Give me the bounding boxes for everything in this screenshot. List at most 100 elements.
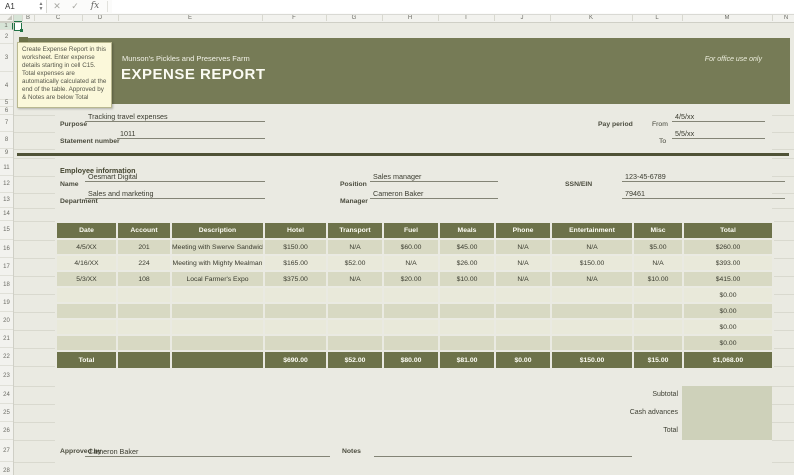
table-cell[interactable]: Meeting with Mighty Mealman — [170, 254, 265, 272]
approved-by-value[interactable]: Cameron Baker — [85, 447, 330, 457]
total-row-cell[interactable]: $80.00 — [382, 350, 440, 370]
column-header-n[interactable]: N — [784, 14, 788, 22]
table-cell[interactable] — [263, 334, 328, 352]
table-cell[interactable]: 5/3/XX — [55, 270, 118, 288]
table-cell[interactable]: N/A — [494, 270, 552, 288]
table-cell[interactable]: N/A — [382, 254, 440, 272]
row-header-18[interactable]: 18 — [0, 276, 13, 294]
total-row-cell[interactable]: $15.00 — [632, 350, 684, 370]
table-header-cell[interactable]: Phone — [494, 221, 552, 240]
table-cell[interactable]: $165.00 — [263, 254, 328, 272]
table-cell[interactable] — [55, 302, 118, 320]
total-row-cell[interactable]: $52.00 — [326, 350, 384, 370]
table-cell[interactable] — [632, 334, 684, 352]
total-row-cell[interactable]: $81.00 — [438, 350, 496, 370]
total-row-cell[interactable]: $690.00 — [263, 350, 328, 370]
row-header-22[interactable]: 22 — [0, 348, 13, 366]
row-header-2[interactable]: 2 — [0, 30, 13, 44]
table-cell[interactable] — [55, 286, 118, 304]
table-cell[interactable] — [170, 334, 265, 352]
formula-input[interactable] — [112, 0, 794, 13]
column-header-l[interactable]: L — [655, 14, 658, 22]
function-icon[interactable]: fx — [88, 0, 102, 13]
name-value[interactable]: Oesmart Digital — [85, 172, 265, 182]
row-header-4[interactable]: 4 — [0, 72, 13, 100]
row-header-5[interactable]: 5 — [0, 100, 13, 107]
table-header-cell[interactable]: Description — [170, 221, 265, 240]
total-row-cell[interactable] — [170, 350, 265, 370]
selected-cell-a1[interactable] — [14, 22, 23, 32]
column-header-d[interactable]: D — [98, 14, 102, 22]
table-cell[interactable] — [263, 286, 328, 304]
table-cell[interactable]: $26.00 — [438, 254, 496, 272]
row-header-25[interactable]: 25 — [0, 404, 13, 422]
table-cell[interactable] — [382, 318, 440, 336]
table-cell[interactable]: $45.00 — [438, 238, 496, 256]
table-cell[interactable]: N/A — [550, 270, 634, 288]
table-cell[interactable] — [170, 318, 265, 336]
column-header-c[interactable]: C — [56, 14, 60, 22]
total-row-cell[interactable] — [116, 350, 172, 370]
name-box-spinner[interactable]: ▲ ▼ — [36, 1, 46, 12]
table-cell[interactable] — [326, 334, 384, 352]
table-cell[interactable] — [326, 318, 384, 336]
row-header-12[interactable]: 12 — [0, 176, 13, 193]
row-header-7[interactable]: 7 — [0, 115, 13, 132]
table-cell[interactable]: $0.00 — [682, 334, 774, 352]
table-cell[interactable]: $20.00 — [382, 270, 440, 288]
table-header-cell[interactable]: Date — [55, 221, 118, 240]
table-cell[interactable] — [550, 318, 634, 336]
column-header-i[interactable]: I — [465, 14, 467, 22]
row-header-16[interactable]: 16 — [0, 240, 13, 258]
purpose-value[interactable]: Tracking travel expenses — [85, 112, 265, 122]
column-header-h[interactable]: H — [408, 14, 412, 22]
table-cell[interactable]: $10.00 — [632, 270, 684, 288]
table-cell[interactable]: $0.00 — [682, 286, 774, 304]
table-cell[interactable] — [116, 302, 172, 320]
row-header-9[interactable]: 9 — [0, 149, 13, 158]
total-row-cell[interactable]: $1,068.00 — [682, 350, 774, 370]
table-cell[interactable] — [494, 302, 552, 320]
table-cell[interactable]: 4/5/XX — [55, 238, 118, 256]
table-cell[interactable]: 224 — [116, 254, 172, 272]
table-cell[interactable] — [382, 302, 440, 320]
table-cell[interactable] — [550, 334, 634, 352]
table-cell[interactable]: 4/16/XX — [55, 254, 118, 272]
table-header-cell[interactable]: Account — [116, 221, 172, 240]
table-cell[interactable]: $260.00 — [682, 238, 774, 256]
department-value[interactable]: Sales and marketing — [85, 189, 265, 199]
row-header-21[interactable]: 21 — [0, 330, 13, 348]
table-cell[interactable] — [494, 318, 552, 336]
enter-check-icon[interactable]: ✓ — [68, 0, 82, 13]
column-header-g[interactable]: G — [352, 14, 357, 22]
row-header-26[interactable]: 26 — [0, 422, 13, 440]
to-value[interactable]: 5/5/xx — [672, 129, 765, 139]
row-header-27[interactable]: 27 — [0, 440, 13, 462]
table-cell[interactable]: $375.00 — [263, 270, 328, 288]
row-header-28[interactable]: 28 — [0, 462, 13, 475]
table-cell[interactable]: $393.00 — [682, 254, 774, 272]
row-header-17[interactable]: 17 — [0, 258, 13, 276]
table-cell[interactable] — [382, 286, 440, 304]
total-row-cell[interactable]: $150.00 — [550, 350, 634, 370]
table-cell[interactable]: $52.00 — [326, 254, 384, 272]
table-cell[interactable] — [382, 334, 440, 352]
table-header-cell[interactable]: Misc — [632, 221, 684, 240]
table-cell[interactable]: Local Farmer's Expo — [170, 270, 265, 288]
table-cell[interactable] — [116, 334, 172, 352]
statement-number-value[interactable]: 1011 — [117, 129, 265, 139]
row-header-15[interactable]: 15 — [0, 221, 13, 240]
table-cell[interactable] — [494, 334, 552, 352]
table-cell[interactable]: $0.00 — [682, 318, 774, 336]
table-header-cell[interactable]: Hotel — [263, 221, 328, 240]
table-cell[interactable]: N/A — [326, 238, 384, 256]
column-header-k[interactable]: K — [589, 14, 593, 22]
table-cell[interactable] — [55, 318, 118, 336]
row-header-8[interactable]: 8 — [0, 132, 13, 149]
column-header-j[interactable]: J — [521, 14, 524, 22]
table-cell[interactable] — [170, 286, 265, 304]
table-cell[interactable] — [438, 334, 496, 352]
table-cell[interactable]: N/A — [494, 238, 552, 256]
table-cell[interactable] — [170, 302, 265, 320]
table-cell[interactable] — [263, 318, 328, 336]
